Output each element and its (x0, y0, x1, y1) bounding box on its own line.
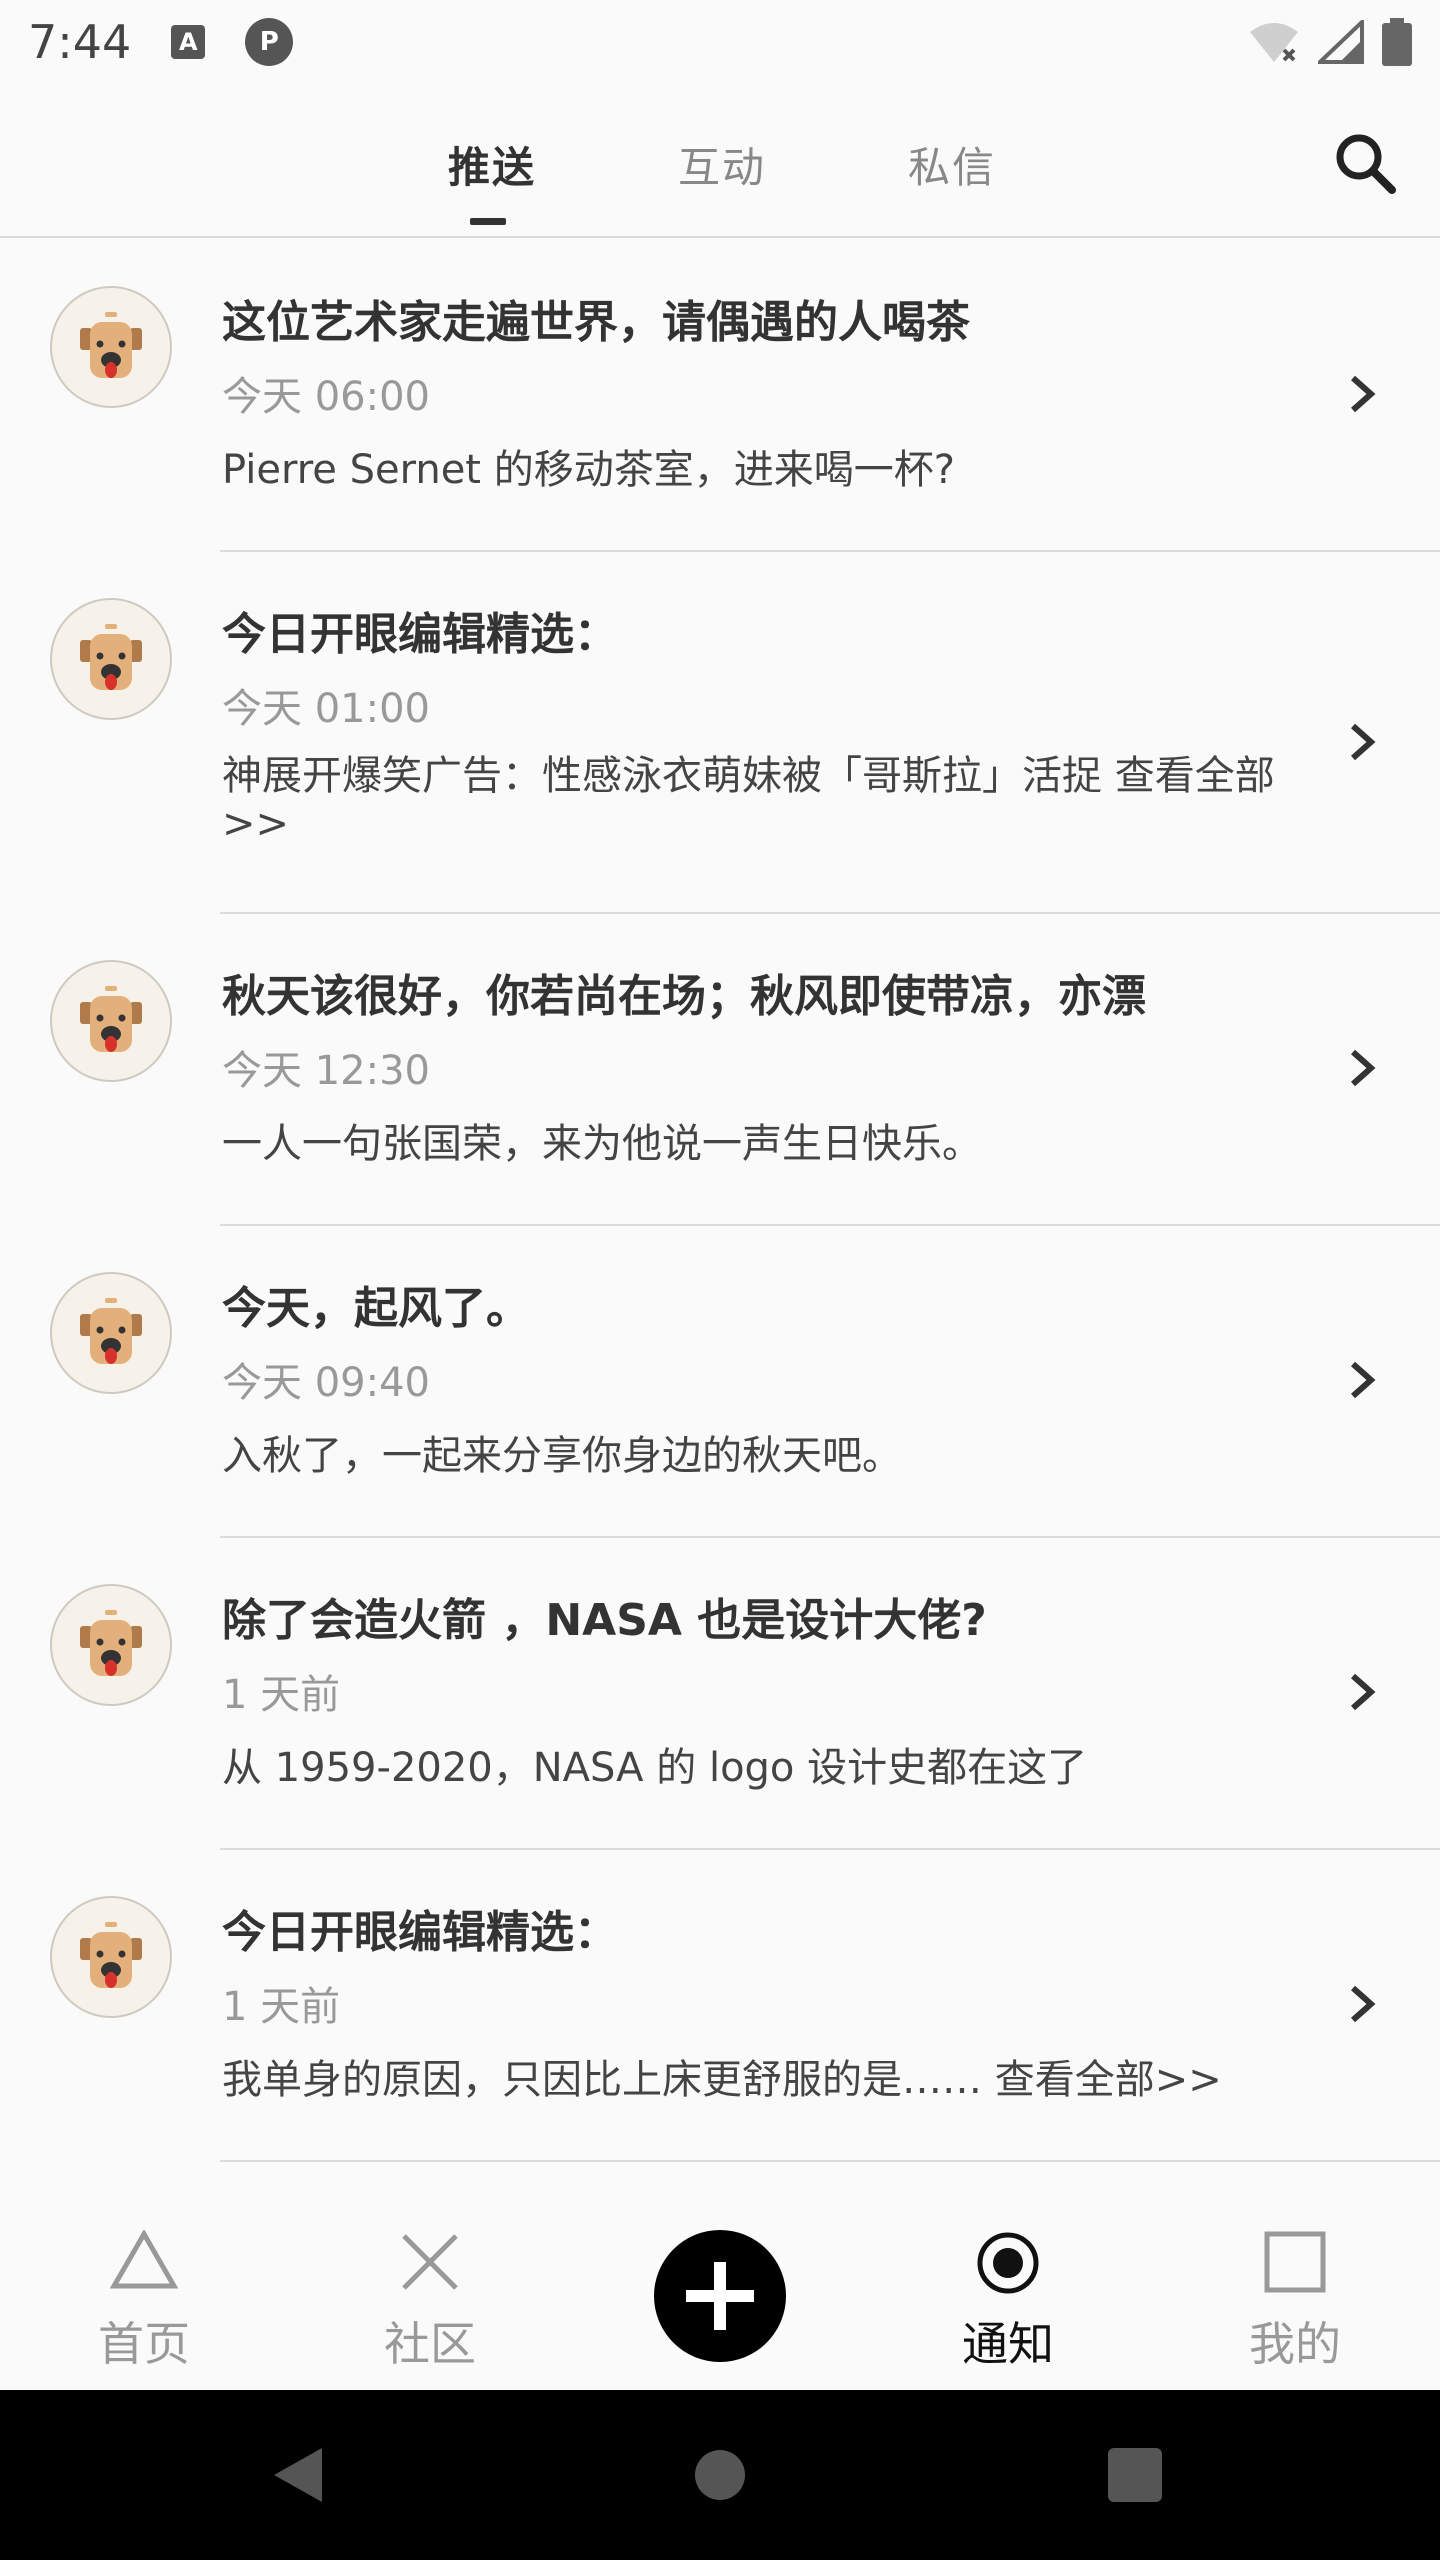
nav-item-home[interactable]: 首页 (44, 2190, 244, 2390)
divider (220, 2160, 1440, 2162)
status-time: 7:44 (28, 15, 132, 69)
dog-avatar-icon (80, 1298, 142, 1364)
avatar (50, 1584, 172, 1706)
avatar (50, 598, 172, 720)
list-item[interactable]: 今日开眼编辑精选： 今天 01:00 神展开爆笑广告：性感泳衣萌妹被「哥斯拉」活… (0, 552, 1440, 914)
item-time: 今天 09:40 (222, 1360, 430, 1406)
recents-icon[interactable] (1108, 2448, 1162, 2502)
list-item[interactable]: 这位艺术家走遍世界，请偶遇的人喝茶 今天 06:00 Pierre Sernet… (0, 240, 1440, 552)
chevron-right-icon (1351, 1049, 1376, 1087)
status-bar: 7:44 A P (0, 0, 1440, 84)
battery-icon (1382, 18, 1412, 66)
nav-item-profile[interactable]: 我的 (1195, 2190, 1395, 2390)
list-item[interactable]: 今天，起风了。 今天 09:40 入秋了，一起来分享你身边的秋天吧。 (0, 1226, 1440, 1538)
item-desc: 一人一句张国荣，来为他说一声生日快乐。 (222, 1121, 982, 1167)
item-desc: Pierre Sernet 的移动茶室，进来喝一杯? (222, 447, 955, 493)
signal-icon (1318, 20, 1364, 64)
list-item[interactable]: 秋天该很好，你若尚在场；秋风即使带凉，亦漂 今天 12:30 一人一句张国荣，来… (0, 914, 1440, 1226)
list-item[interactable]: 除了会造火箭 ，NASA 也是设计大佬? 1 天前 从 1959-2020，NA… (0, 1538, 1440, 1850)
item-title: 今日开眼编辑精选： (222, 609, 618, 660)
item-time: 今天 12:30 (222, 1048, 430, 1094)
avatar (50, 1272, 172, 1394)
home-icon[interactable] (694, 2449, 746, 2501)
search-button[interactable] (1330, 128, 1400, 198)
circle-dot-icon (977, 2232, 1039, 2294)
notification-list: 这位艺术家走遍世界，请偶遇的人喝茶 今天 06:00 Pierre Sernet… (0, 240, 1440, 2162)
nav-item-notifications[interactable]: 通知 (908, 2190, 1108, 2390)
tab-push[interactable]: 推送 (448, 134, 536, 195)
nav-label: 我的 (1249, 2317, 1341, 2371)
add-button[interactable] (654, 2230, 786, 2362)
chevron-right-icon (1351, 1985, 1376, 2023)
dog-avatar-icon (80, 1922, 142, 1988)
avatar (50, 1896, 172, 2018)
system-nav-bar (0, 2390, 1440, 2560)
avatar (50, 960, 172, 1082)
item-desc: 我单身的原因，只因比上床更舒服的是…… 查看全部>> (222, 2057, 1222, 2103)
tab-messages[interactable]: 私信 (908, 134, 996, 195)
chevron-right-icon (1351, 375, 1376, 413)
item-title: 今日开眼编辑精选： (222, 1907, 618, 1958)
chevron-right-icon (1351, 723, 1376, 761)
chevron-right-icon (1351, 1361, 1376, 1399)
cross-icon (402, 2234, 458, 2290)
avatar (50, 286, 172, 408)
item-title: 秋天该很好，你若尚在场；秋风即使带凉，亦漂 (222, 971, 1146, 1022)
tab-indicator (470, 218, 506, 225)
item-desc: 神展开爆笑广告：性感泳衣萌妹被「哥斯拉」活捉 查看全部>> (222, 753, 1275, 847)
back-icon[interactable] (270, 2444, 326, 2506)
item-time: 1 天前 (222, 1672, 341, 1718)
item-time: 今天 01:00 (222, 686, 430, 732)
search-icon (1336, 134, 1396, 194)
square-icon (1264, 2231, 1326, 2293)
item-title: 除了会造火箭 ，NASA 也是设计大佬? (222, 1595, 987, 1646)
tab-interaction[interactable]: 互动 (678, 134, 766, 195)
nav-label: 社区 (384, 2317, 476, 2371)
item-desc: 从 1959-2020，NASA 的 logo 设计史都在这了 (222, 1745, 1088, 1791)
nav-label: 通知 (962, 2317, 1054, 2371)
nav-item-community[interactable]: 社区 (330, 2190, 530, 2390)
plus-icon (686, 2262, 754, 2330)
dog-avatar-icon (80, 1610, 142, 1676)
dog-avatar-icon (80, 312, 142, 378)
dog-avatar-icon (80, 624, 142, 690)
item-title: 这位艺术家走遍世界，请偶遇的人喝茶 (222, 297, 970, 348)
item-time: 今天 06:00 (222, 374, 430, 420)
item-title: 今天，起风了。 (222, 1283, 530, 1334)
chevron-right-icon (1351, 1673, 1376, 1711)
nav-label: 首页 (98, 2317, 190, 2371)
top-header: 推送 互动 私信 (0, 84, 1440, 238)
item-time: 1 天前 (222, 1984, 341, 2030)
dog-avatar-icon (80, 986, 142, 1052)
p-icon: P (245, 18, 294, 66)
item-desc: 入秋了，一起来分享你身边的秋天吧。 (222, 1433, 902, 1479)
list-item[interactable]: 今日开眼编辑精选： 1 天前 我单身的原因，只因比上床更舒服的是…… 查看全部>… (0, 1850, 1440, 2162)
triangle-icon (110, 2230, 178, 2289)
bottom-nav: 首页 社区 通知 我的 (0, 2190, 1440, 2390)
a-icon: A (171, 25, 206, 59)
wifi-icon (1250, 23, 1298, 62)
